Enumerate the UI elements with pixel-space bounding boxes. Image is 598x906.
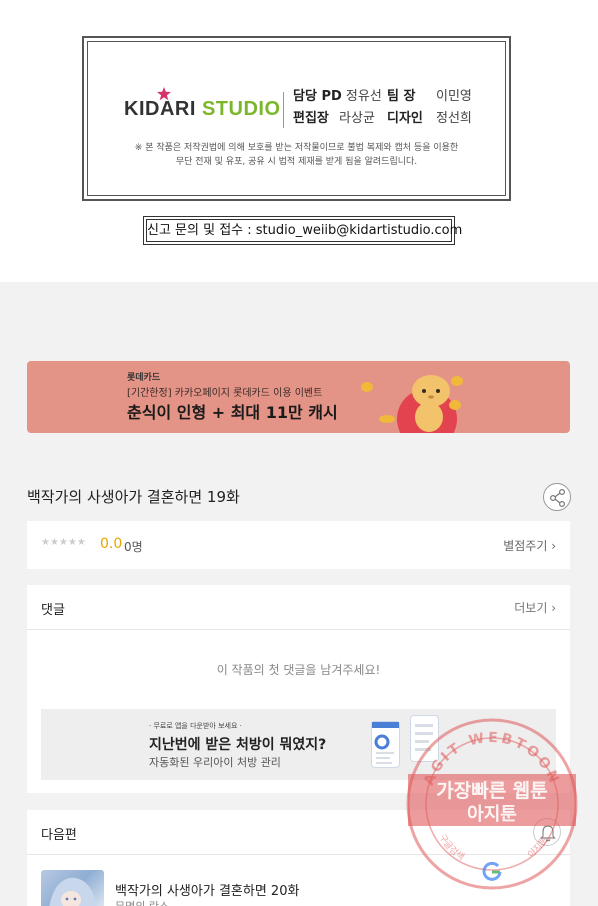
- report-contact-box: 신고 문의 및 접수 : studio_weiib@kidartistudio.…: [143, 216, 462, 245]
- copyright-line-2: 무단 전재 및 유포, 공유 시 법적 제재를 받게 됨을 알려드립니다.: [175, 157, 418, 167]
- app-screenshot-icon: [371, 721, 400, 768]
- rating-score: 0.0: [100, 536, 123, 552]
- credit-team-role: 팀 장: [387, 89, 416, 104]
- next-episode-title: 다음편: [41, 828, 77, 843]
- credit-pd-role: 담당 PD: [293, 89, 342, 104]
- logo-kid-text: KIDARI: [124, 98, 196, 120]
- next-episode-name[interactable]: 백작가의 사생아가 결혼하면 20화: [115, 880, 299, 899]
- credit-editor: 편집장 라상균: [293, 110, 375, 128]
- comments-header: 댓글 더보기 ›: [27, 585, 570, 630]
- share-button[interactable]: [543, 483, 571, 511]
- credit-team-name: 이민영: [436, 88, 472, 106]
- next-episode-thumbnail[interactable]: [41, 870, 104, 906]
- next-episode-subtitle: 무명의 란스: [115, 898, 169, 906]
- credit-pd: 담당 PD 정유선: [293, 88, 382, 106]
- credit-editor-role: 편집장: [293, 111, 329, 126]
- ad-subtitle: [기간한정] 카카오페이지 롯데카드 이용 이벤트: [127, 388, 323, 399]
- choonsik-character-icon: [361, 375, 463, 433]
- credits-section: KIDARI STUDIO 담당 PD 정유선 팀 장 이민영 편집장 라상균 …: [0, 0, 598, 282]
- credit-designer-name: 정선희: [436, 110, 472, 128]
- ad-headline: 춘식이 인형 + 최대 11만 캐시: [127, 403, 338, 422]
- credits-divider: [283, 92, 284, 128]
- prescription-app-ad[interactable]: · 무료로 앱을 다운받아 보세요 · 지난번에 받은 처방이 뭐였지? 자동화…: [41, 709, 556, 780]
- bell-icon: [540, 825, 556, 842]
- credit-team-name-text: 이민영: [436, 89, 472, 104]
- ad-note: · 무료로 앱을 다운받아 보세요 ·: [149, 722, 242, 730]
- credits-box: KIDARI STUDIO 담당 PD 정유선 팀 장 이민영 편집장 라상균 …: [82, 36, 511, 201]
- share-icon: [549, 488, 566, 508]
- next-episode-card: 다음편 백작가의 사생아가 결혼하면 20화 무명의 란스: [27, 810, 570, 906]
- logo-studio-text: STUDIO: [201, 98, 281, 120]
- app-screenshot-icon: [410, 715, 439, 762]
- credit-designer-role: 디자인: [387, 111, 423, 126]
- comments-card: 댓글 더보기 › 이 작품의 첫 댓글을 남겨주세요! · 무료로 앱을 다운받…: [27, 585, 570, 793]
- ad-headline: 지난번에 받은 처방이 뭐였지?: [149, 737, 327, 753]
- credit-team: 팀 장: [387, 88, 415, 106]
- rate-button[interactable]: 별점주기 ›: [503, 537, 556, 554]
- rating-card: ★★★★★ 0.0 0명 별점주기 ›: [27, 521, 570, 569]
- next-episode-header: 다음편: [27, 810, 570, 855]
- credit-editor-name: 라상균: [339, 111, 375, 126]
- credits-box-inner: KIDARI STUDIO 담당 PD 정유선 팀 장 이민영 편집장 라상균 …: [87, 41, 506, 196]
- ad-subtitle: 자동화된 우리아이 처방 관리: [149, 756, 281, 769]
- logo-text: KIDARI STUDIO: [124, 95, 281, 123]
- report-contact-text: 신고 문의 및 접수 : studio_weiib@kidartistudio.…: [146, 219, 462, 242]
- comments-more-link[interactable]: 더보기 ›: [514, 599, 556, 616]
- credit-pd-name: 정유선: [345, 89, 382, 104]
- copyright-line-1: ※ 본 작품은 저작권법에 의해 보호를 받는 저작물이므로 불법 복제와 캡처…: [134, 143, 459, 153]
- notification-bell-button[interactable]: [533, 818, 561, 846]
- kidari-studio-logo: KIDARI STUDIO: [124, 87, 280, 123]
- rating-stars: ★★★★★: [41, 537, 86, 548]
- episode-title: 백작가의 사생아가 결혼하면 19화: [27, 488, 240, 506]
- lotte-card-ad-banner[interactable]: 롯데카드 [기간한정] 카카오페이지 롯데카드 이용 이벤트 춘식이 인형 + …: [27, 361, 570, 433]
- credit-designer-name-text: 정선희: [436, 111, 472, 126]
- empty-comment-message: 이 작품의 첫 댓글을 남겨주세요!: [216, 663, 381, 677]
- rating-count: 0명: [124, 540, 143, 554]
- credit-designer: 디자인: [387, 110, 423, 128]
- ad-brand: 롯데카드: [127, 373, 161, 383]
- comments-title: 댓글: [41, 603, 65, 618]
